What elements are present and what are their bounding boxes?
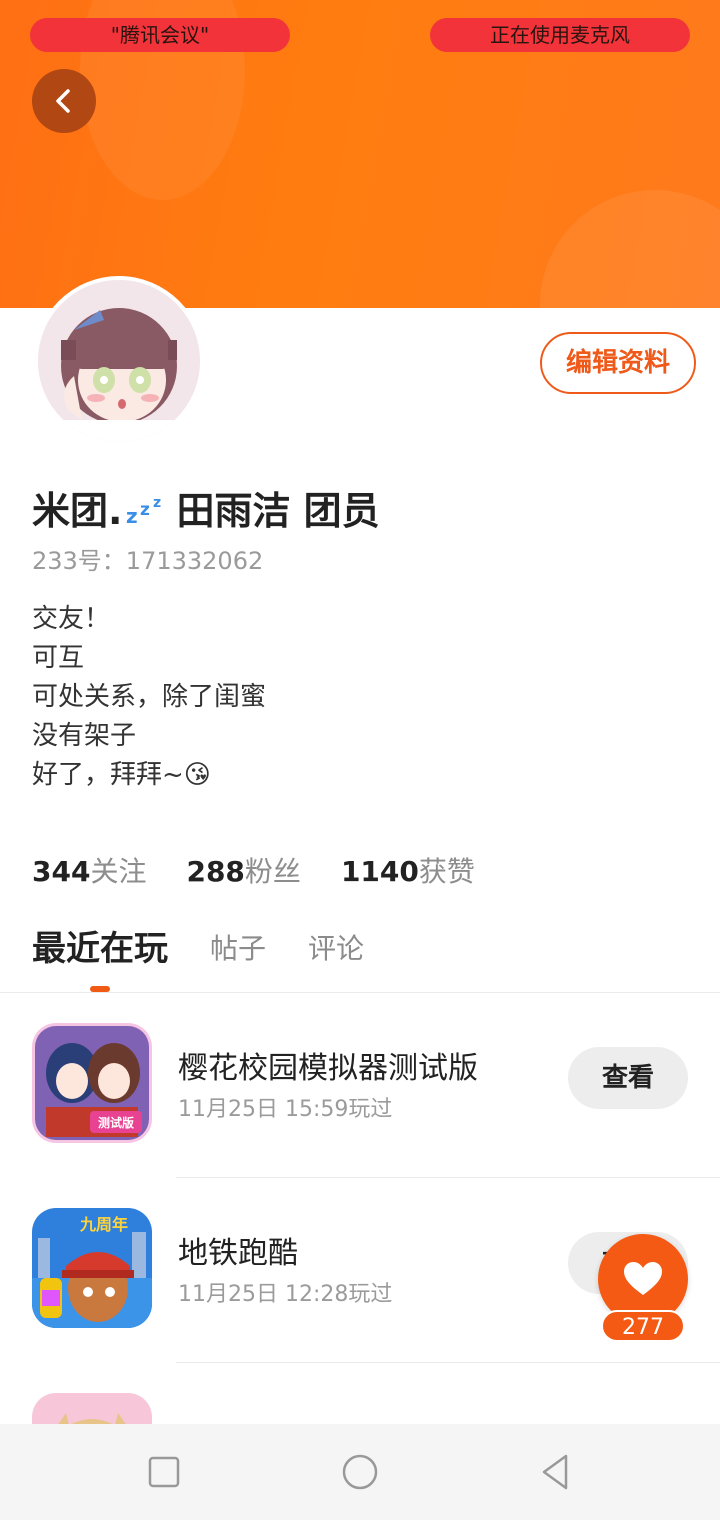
svg-text:测试版: 测试版 — [98, 1115, 134, 1130]
svg-text:z: z — [126, 504, 138, 527]
stat-number: 344 — [32, 855, 91, 888]
circle-icon[interactable] — [340, 1452, 380, 1492]
svg-text:z: z — [153, 495, 161, 511]
back-button[interactable] — [32, 69, 96, 133]
avatar[interactable] — [34, 276, 204, 446]
profile-tabs: 最近在玩 帖子 评论 — [32, 925, 364, 973]
bio-line: 交友！ — [32, 604, 111, 634]
triangle-back-icon[interactable] — [536, 1452, 576, 1492]
name-suffix: 田雨洁 团员 — [176, 488, 380, 533]
bio-line: 可处关系，除了闺蜜 — [32, 682, 267, 712]
like-count-badge: 277 — [601, 1310, 685, 1342]
stat-following[interactable]: 344关注 — [32, 850, 146, 890]
user-id: 233号：171332062 — [32, 547, 264, 575]
edit-profile-button[interactable]: 编辑资料 — [540, 332, 696, 394]
stat-number: 288 — [186, 855, 245, 888]
meeting-status-pill[interactable]: "腾讯会议" — [30, 18, 290, 52]
avatar-image — [38, 280, 200, 442]
banner-decoration — [540, 190, 720, 308]
microphone-status-pill[interactable]: 正在使用麦克风 — [430, 18, 690, 52]
system-navigation-bar — [0, 1424, 720, 1520]
heart-icon — [624, 1262, 662, 1295]
game-title: 地铁跑酷 — [178, 1236, 298, 1271]
game-played-time: 11月25日 12:28玩过 — [178, 1282, 393, 1307]
stat-likes[interactable]: 1140获赞 — [341, 850, 475, 890]
stat-label: 关注 — [90, 855, 147, 888]
game-icon: 测试版 — [32, 1023, 152, 1143]
bio: 交友！ 可互 可处关系，除了闺蜜 没有架子 好了，拜拜~😘 — [32, 600, 266, 795]
game-thumbnail-image: 九周年 — [32, 1208, 152, 1328]
bio-line: 好了，拜拜~😘 — [32, 760, 211, 790]
chevron-left-icon — [56, 89, 70, 113]
sleep-zzz-icon: z z z — [126, 495, 161, 527]
view-button[interactable]: 查看 — [568, 1047, 688, 1109]
stat-label: 获赞 — [418, 855, 475, 888]
game-icon: 九周年 — [32, 1208, 152, 1328]
tab-recently-played[interactable]: 最近在玩 — [32, 925, 168, 973]
tab-posts[interactable]: 帖子 — [210, 925, 266, 973]
square-icon[interactable] — [144, 1452, 184, 1492]
bio-line: 可互 — [32, 643, 85, 673]
tab-comments[interactable]: 评论 — [308, 925, 364, 973]
game-thumbnail-image: 测试版 — [32, 1023, 152, 1143]
list-item[interactable]: 测试版 樱花校园模拟器测试版 11月25日 15:59玩过 查看 — [0, 993, 720, 1178]
profile-header-banner: "腾讯会议" 正在使用麦克风 — [0, 0, 720, 308]
profile-stats: 344关注 288粉丝 1140获赞 — [32, 850, 475, 890]
svg-text:九周年: 九周年 — [79, 1215, 128, 1234]
game-played-time: 11月25日 15:59玩过 — [178, 1097, 393, 1122]
profile-name: 米团. z z z 田雨洁 团员 — [32, 482, 380, 533]
stat-label: 粉丝 — [244, 855, 301, 888]
name-prefix: 米团. — [32, 488, 123, 533]
stat-number: 1140 — [340, 855, 419, 888]
svg-text:z: z — [140, 500, 150, 520]
game-title: 樱花校园模拟器测试版 — [178, 1051, 478, 1086]
bio-line: 没有架子 — [32, 721, 137, 751]
stat-followers[interactable]: 288粉丝 — [186, 850, 300, 890]
